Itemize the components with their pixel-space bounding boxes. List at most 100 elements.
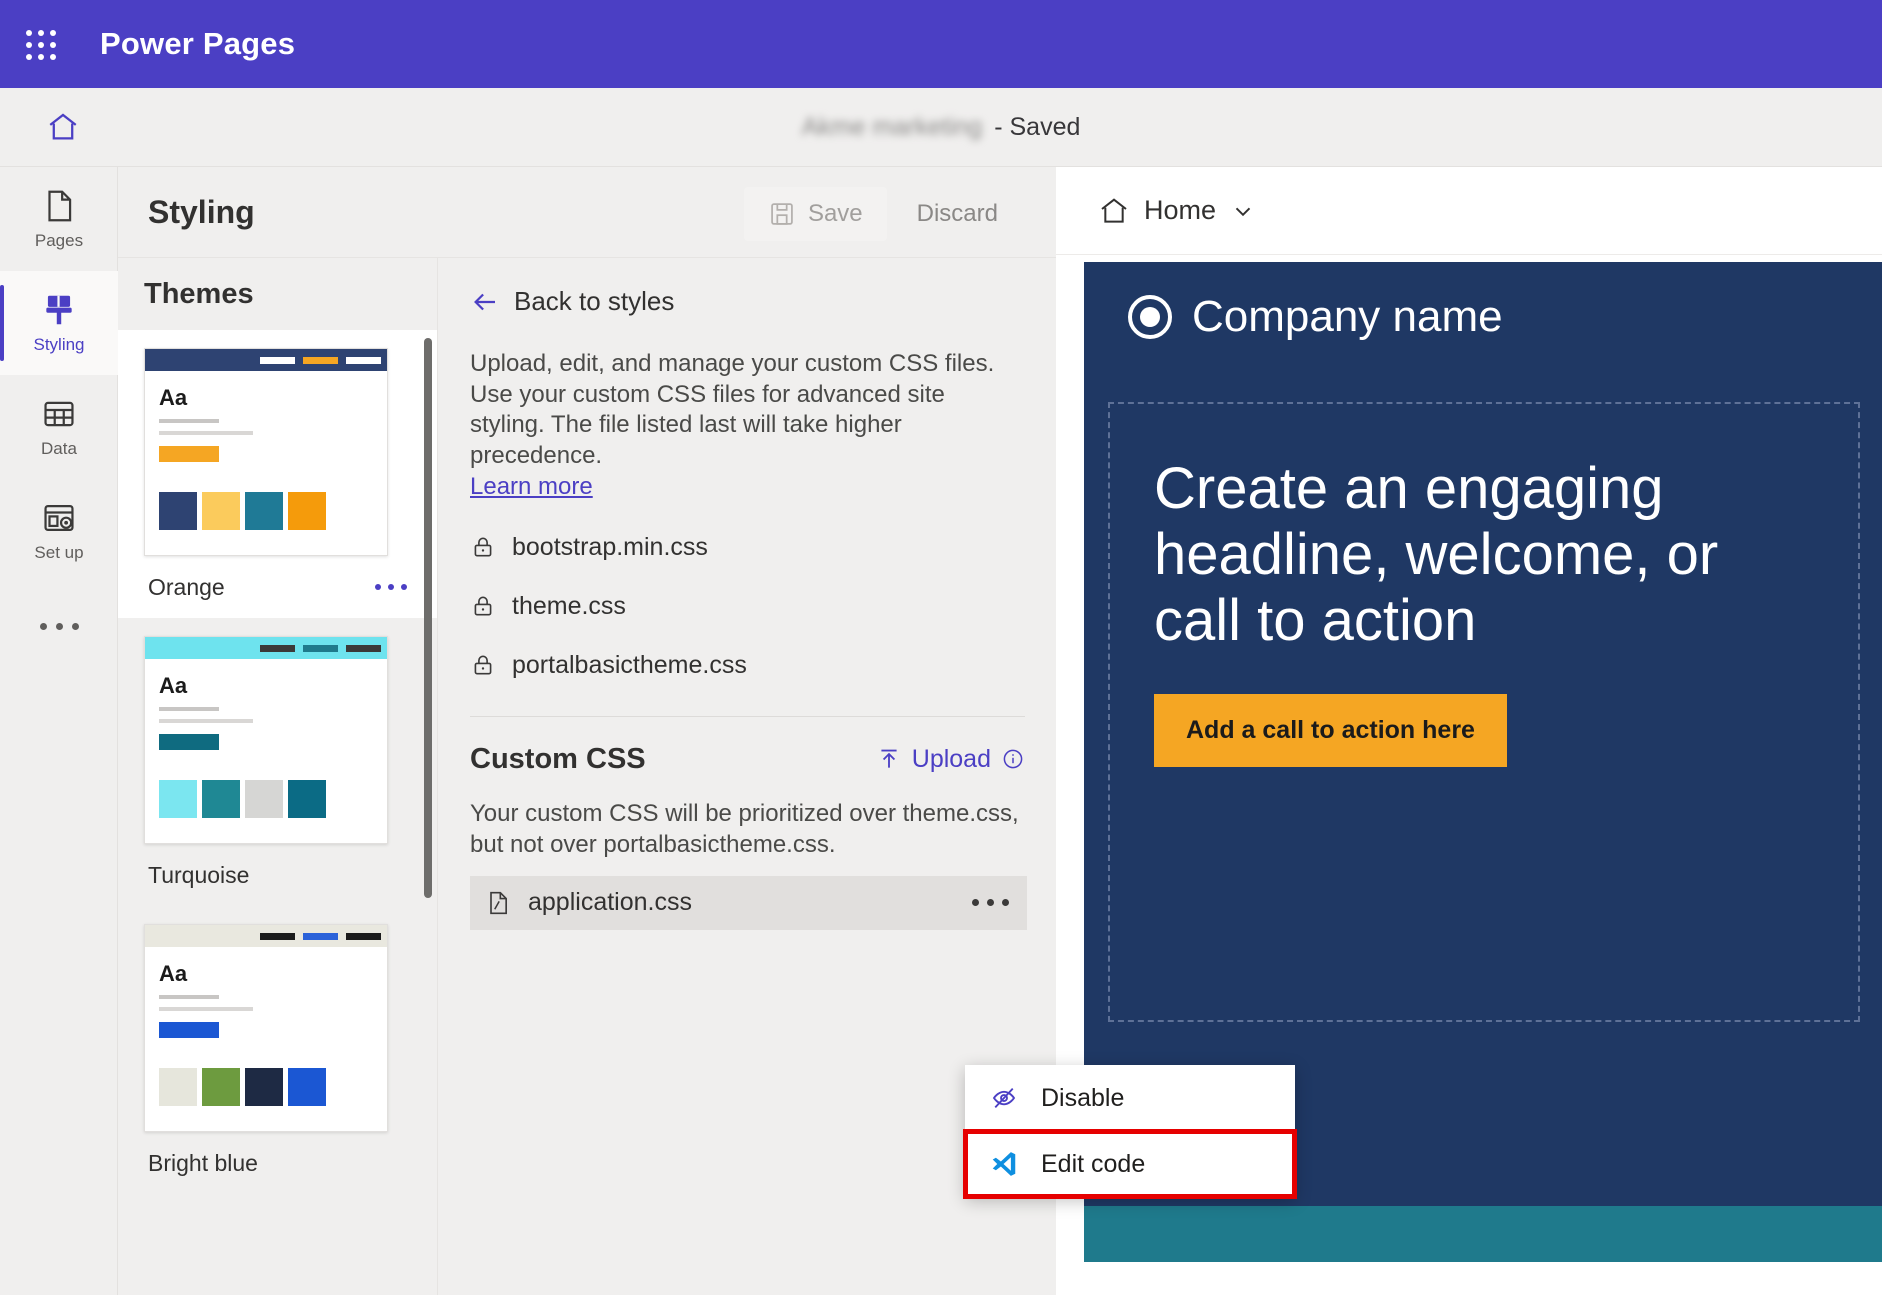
sidebar-item-setup[interactable]: Set up bbox=[0, 479, 118, 583]
back-to-styles-link[interactable]: Back to styles bbox=[470, 286, 1055, 317]
left-nav-rail: Pages Styling Data Set up bbox=[0, 167, 118, 1295]
preview-headline: Create an engaging headline, welcome, or… bbox=[1154, 456, 1719, 654]
theme-preview-navbar bbox=[145, 925, 387, 947]
context-menu-item-edit-code[interactable]: Edit code bbox=[963, 1129, 1297, 1199]
chevron-down-icon[interactable] bbox=[1230, 198, 1256, 224]
paintbrush-icon bbox=[40, 291, 78, 329]
home-icon bbox=[1098, 195, 1130, 227]
custom-css-heading: Custom CSS bbox=[470, 742, 646, 775]
upload-label: Upload bbox=[911, 744, 991, 773]
theme-name: Orange bbox=[148, 573, 225, 600]
theme-sample-text: Aa bbox=[159, 673, 188, 698]
theme-footer: Turquoise bbox=[118, 844, 437, 906]
css-description: Upload, edit, and manage your custom CSS… bbox=[470, 349, 1021, 503]
theme-name: Turquoise bbox=[148, 861, 250, 888]
preview-footer-band bbox=[1084, 1206, 1882, 1262]
custom-css-file-row[interactable]: application.css bbox=[470, 875, 1027, 930]
site-name: Akme marketing bbox=[801, 113, 983, 141]
app-title: Power Pages bbox=[100, 26, 296, 61]
custom-css-description: Your custom CSS will be prioritized over… bbox=[470, 799, 1019, 858]
discard-button[interactable]: Discard bbox=[892, 187, 1022, 241]
page-title: Styling bbox=[148, 193, 255, 230]
preview-toolbar: Home bbox=[1056, 167, 1882, 255]
theme-preview-body: Aa bbox=[145, 371, 387, 462]
theme-swatches bbox=[159, 1068, 387, 1106]
save-disk-icon bbox=[768, 200, 796, 228]
context-menu-label: Disable bbox=[1041, 1083, 1125, 1112]
themes-column: Themes Aa Orange Aa Turquoise Aa Bright … bbox=[118, 258, 438, 1295]
app-launcher-icon[interactable] bbox=[18, 22, 62, 66]
file-name: bootstrap.min.css bbox=[512, 532, 708, 561]
theme-name: Bright blue bbox=[148, 1149, 258, 1176]
locked-css-file-portalbasictheme[interactable]: portalbasictheme.css bbox=[470, 651, 1055, 680]
file-name: theme.css bbox=[512, 591, 626, 620]
save-button[interactable]: Save bbox=[743, 187, 887, 241]
sidebar-item-label: Data bbox=[41, 439, 77, 458]
theme-sample-button bbox=[159, 1022, 219, 1038]
power-pages-window: Power Pages Akme marketing - Saved Pages bbox=[0, 0, 1882, 1295]
learn-more-link[interactable]: Learn more bbox=[470, 472, 593, 503]
back-to-styles-label: Back to styles bbox=[514, 286, 675, 316]
sidebar-item-label: Pages bbox=[34, 231, 84, 250]
theme-swatches bbox=[159, 492, 387, 530]
panel-header: Styling Save Discard bbox=[118, 167, 1056, 258]
custom-css-header: Custom CSS Upload bbox=[470, 743, 1025, 776]
theme-sample-button bbox=[159, 734, 219, 750]
preview-company-name: Company name bbox=[1192, 292, 1503, 341]
theme-preview-body: Aa bbox=[145, 947, 387, 1038]
eye-off-icon bbox=[989, 1083, 1019, 1113]
more-icon[interactable] bbox=[375, 584, 407, 590]
theme-sample-text: Aa bbox=[159, 961, 188, 986]
upload-icon bbox=[876, 746, 902, 772]
context-menu-label: Edit code bbox=[1041, 1149, 1146, 1178]
upload-button[interactable]: Upload bbox=[876, 745, 1025, 774]
sidebar-item-pages[interactable]: Pages bbox=[0, 167, 118, 271]
locked-css-file-theme[interactable]: theme.css bbox=[470, 592, 1055, 621]
lock-icon bbox=[470, 652, 496, 678]
preview-hero-section[interactable]: Create an engaging headline, welcome, or… bbox=[1108, 402, 1860, 1022]
custom-css-column: Back to styles Upload, edit, and manage … bbox=[438, 258, 1055, 1295]
theme-card-bright-blue[interactable]: Aa Bright blue bbox=[118, 906, 437, 1194]
locked-css-file-bootstrap[interactable]: bootstrap.min.css bbox=[470, 533, 1055, 562]
site-title-area: Akme marketing - Saved bbox=[0, 88, 1882, 167]
theme-sample-text: Aa bbox=[159, 385, 188, 410]
theme-card-orange[interactable]: Aa Orange bbox=[118, 330, 437, 618]
preview-page-selector[interactable]: Home bbox=[1098, 195, 1256, 227]
context-menu-item-disable[interactable]: Disable bbox=[965, 1065, 1295, 1131]
more-icon[interactable] bbox=[0, 583, 118, 669]
circle-logo-icon bbox=[1128, 295, 1172, 339]
page-icon bbox=[40, 187, 78, 225]
more-icon[interactable] bbox=[972, 899, 1009, 907]
css-description-text: Upload, edit, and manage your custom CSS… bbox=[470, 350, 995, 470]
theme-preview: Aa bbox=[144, 348, 388, 556]
top-app-bar: Power Pages bbox=[0, 0, 1882, 88]
vscode-icon bbox=[989, 1149, 1019, 1179]
file-name: portalbasictheme.css bbox=[512, 650, 747, 679]
info-circle-icon[interactable] bbox=[1001, 747, 1025, 771]
theme-swatches bbox=[159, 780, 387, 818]
theme-preview-navbar bbox=[145, 637, 387, 659]
setup-icon bbox=[40, 499, 78, 537]
themes-heading: Themes bbox=[144, 277, 254, 310]
file-name: application.css bbox=[528, 888, 692, 917]
file-context-menu: Disable Edit code bbox=[963, 1065, 1297, 1199]
save-label: Save bbox=[807, 200, 863, 227]
sidebar-item-data[interactable]: Data bbox=[0, 375, 118, 479]
arrow-left-icon bbox=[470, 287, 500, 317]
theme-footer: Bright blue bbox=[118, 1132, 437, 1194]
preview-cta-button[interactable]: Add a call to action here bbox=[1154, 694, 1507, 768]
theme-sample-button bbox=[159, 446, 219, 462]
lock-icon bbox=[470, 593, 496, 619]
theme-card-turquoise[interactable]: Aa Turquoise bbox=[118, 618, 437, 906]
theme-preview: Aa bbox=[144, 636, 388, 844]
panel-columns: Themes Aa Orange Aa Turquoise Aa Bright … bbox=[118, 258, 1056, 1295]
table-icon bbox=[40, 395, 78, 433]
css-file-icon bbox=[484, 889, 512, 917]
section-divider bbox=[470, 715, 1025, 717]
theme-preview-body: Aa bbox=[145, 659, 387, 750]
site-command-bar: Akme marketing - Saved bbox=[0, 88, 1882, 167]
discard-label: Discard bbox=[916, 200, 998, 227]
save-status: - Saved bbox=[994, 113, 1081, 141]
sidebar-item-styling[interactable]: Styling bbox=[0, 271, 118, 375]
themes-scrollbar[interactable] bbox=[424, 338, 432, 898]
